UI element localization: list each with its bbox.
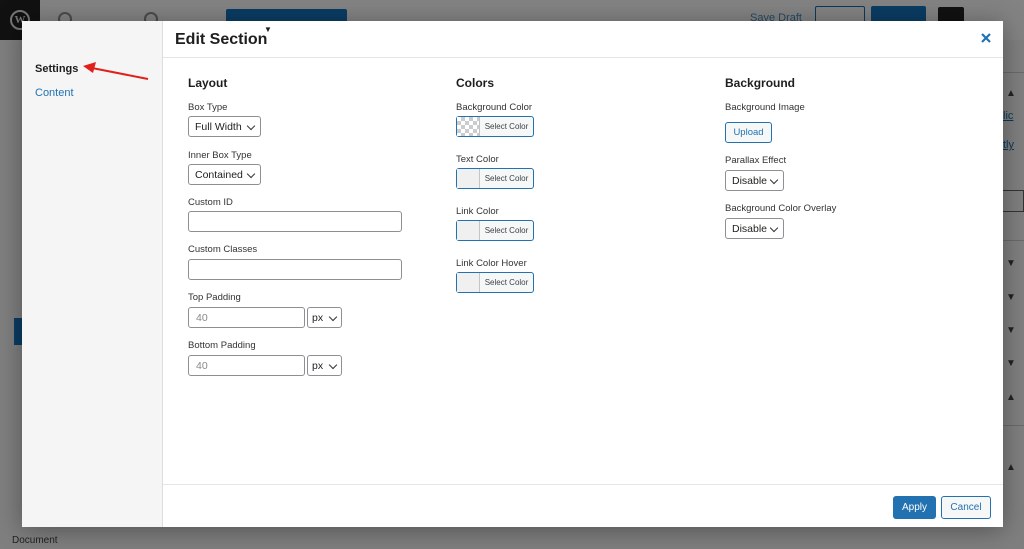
box-type-value: Full Width — [195, 120, 242, 133]
divider — [1003, 72, 1024, 73]
layout-heading: Layout — [188, 76, 228, 90]
select-color-label: Select Color — [484, 278, 529, 287]
select-color-label: Select Color — [484, 122, 529, 131]
bottom-padding-unit-value: px — [312, 359, 324, 372]
top-padding-unit-value: px — [312, 311, 324, 324]
top-padding-input[interactable]: 40 — [188, 307, 305, 328]
colors-column: Colors Background Color Select Color Tex… — [456, 76, 534, 293]
text-color-picker[interactable]: Select Color — [456, 168, 534, 189]
chevron-down-icon: ▼ — [1006, 358, 1016, 369]
upload-button[interactable]: Upload — [725, 122, 772, 143]
chevron-up-icon: ▲ — [1006, 88, 1016, 99]
parallax-effect-select[interactable]: Disable — [725, 170, 784, 191]
divider — [1003, 425, 1024, 426]
colors-heading: Colors — [456, 76, 495, 90]
sidebar-item-content[interactable]: Content — [35, 87, 74, 99]
color-overlay-value: Disable — [732, 222, 768, 235]
background-sidebar-link: lic — [1003, 110, 1014, 122]
bottom-padding-unit-select[interactable]: px — [307, 355, 342, 376]
link-color-label: Link Color — [456, 206, 499, 217]
sidebar-item-settings[interactable]: Settings — [35, 63, 78, 75]
chevron-down-icon — [246, 169, 256, 179]
inner-box-type-value: Contained — [195, 168, 243, 181]
chevron-up-icon: ▲ — [1006, 392, 1016, 403]
edit-section-modal: Settings Content Edit Section ▼ Layout B… — [22, 21, 1003, 527]
inner-box-type-select[interactable]: Contained — [188, 164, 261, 185]
close-icon[interactable] — [979, 31, 993, 45]
bottom-padding-input[interactable]: 40 — [188, 355, 305, 376]
custom-classes-input[interactable] — [188, 259, 402, 280]
chevron-down-icon: ▼ — [1006, 325, 1016, 336]
apply-button[interactable]: Apply — [893, 496, 936, 519]
color-swatch — [457, 169, 480, 188]
chevron-down-icon — [328, 360, 338, 370]
modal-footer: Apply Cancel — [163, 484, 1003, 527]
cancel-button[interactable]: Cancel — [941, 496, 991, 519]
caret-down-icon[interactable]: ▼ — [264, 25, 272, 34]
custom-id-label: Custom ID — [188, 197, 233, 208]
background-sidebar-checkbox — [1002, 190, 1024, 212]
modal-body: Layout Box Type Full Width Inner Box Typ… — [163, 58, 1003, 484]
chevron-down-icon — [328, 312, 338, 322]
bottom-padding-label: Bottom Padding — [188, 340, 256, 351]
modal-sidebar: Settings Content — [22, 21, 163, 527]
link-color-hover-label: Link Color Hover — [456, 258, 527, 269]
custom-id-input[interactable] — [188, 211, 402, 232]
background-color-label: Background Color — [456, 102, 533, 113]
box-type-label: Box Type — [188, 102, 228, 113]
chevron-down-icon — [246, 121, 256, 131]
custom-classes-label: Custom Classes — [188, 244, 258, 255]
top-padding-label: Top Padding — [188, 292, 241, 303]
red-arrow-icon — [83, 62, 149, 80]
background-block-accent — [14, 318, 22, 345]
box-type-select[interactable]: Full Width — [188, 116, 261, 137]
text-color-label: Text Color — [456, 154, 499, 165]
color-overlay-select[interactable]: Disable — [725, 218, 784, 239]
link-color-hover-picker[interactable]: Select Color — [456, 272, 534, 293]
background-heading: Background — [725, 76, 796, 90]
background-sidebar-link: tly — [1003, 139, 1014, 151]
color-swatch — [457, 221, 480, 240]
color-swatch — [457, 273, 480, 292]
chevron-down-icon — [769, 223, 779, 233]
page-title: Edit Section — [175, 31, 268, 48]
background-image-label: Background Image — [725, 102, 805, 113]
select-color-label: Select Color — [484, 174, 529, 183]
parallax-effect-label: Parallax Effect — [725, 155, 787, 166]
chevron-down-icon: ▼ — [1006, 292, 1016, 303]
color-overlay-label: Background Color Overlay — [725, 203, 837, 214]
modal-header: Edit Section ▼ — [163, 21, 1003, 58]
status-bar-document: Document — [12, 535, 58, 546]
transparent-swatch — [457, 117, 480, 136]
background-column: Background Background Image Upload Paral… — [725, 76, 836, 239]
divider — [1003, 240, 1024, 241]
top-padding-unit-select[interactable]: px — [307, 307, 342, 328]
link-color-picker[interactable]: Select Color — [456, 220, 534, 241]
select-color-label: Select Color — [484, 226, 529, 235]
chevron-down-icon: ▼ — [1006, 258, 1016, 269]
parallax-effect-value: Disable — [732, 174, 768, 187]
layout-column: Layout Box Type Full Width Inner Box Typ… — [188, 76, 402, 376]
background-color-picker[interactable]: Select Color — [456, 116, 534, 137]
chevron-up-icon: ▲ — [1006, 462, 1016, 473]
inner-box-type-label: Inner Box Type — [188, 150, 252, 161]
chevron-down-icon — [769, 175, 779, 185]
